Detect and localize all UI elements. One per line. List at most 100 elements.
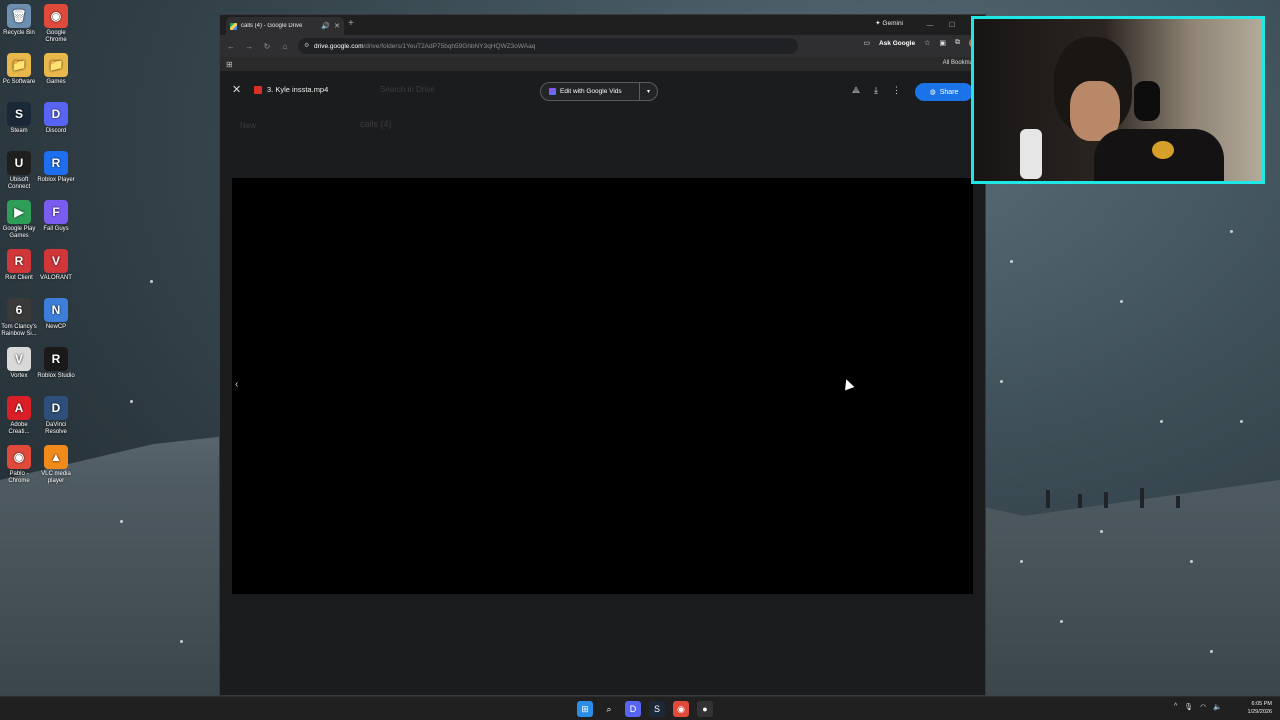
taskbar-obs-icon[interactable]: ● bbox=[697, 701, 713, 717]
desktop-icon[interactable]: V Vortex bbox=[0, 347, 38, 380]
reload-button[interactable]: ↻ bbox=[262, 42, 272, 51]
snowflake bbox=[1160, 420, 1163, 423]
desktop-icon-label: Steam bbox=[10, 128, 28, 134]
snowflake bbox=[1230, 230, 1233, 233]
desktop-app-icon: D bbox=[44, 396, 68, 420]
desktop-icon[interactable]: U Ubisoft Connect bbox=[0, 151, 38, 191]
home-button[interactable]: ⌂ bbox=[280, 42, 290, 51]
previous-file-icon[interactable]: ‹ bbox=[235, 379, 238, 390]
webcam-microphone bbox=[1020, 129, 1042, 179]
speaker-icon[interactable]: 🔊 bbox=[321, 22, 330, 30]
desktop-app-icon: ◉ bbox=[44, 4, 68, 28]
edit-with-google-vids-button[interactable]: Edit with Google Vids ▾ bbox=[540, 82, 658, 101]
site-info-icon[interactable]: ⚙ bbox=[304, 42, 309, 49]
desktop-icon-label: NewCP bbox=[45, 324, 67, 330]
system-tray: ^ 🎙 ◠ 🔈 bbox=[1174, 703, 1222, 711]
wallpaper-fence bbox=[1040, 480, 1190, 508]
bookmarks-bar: ⊞ All Bookmarks bbox=[220, 57, 985, 71]
desktop-icon[interactable]: S Steam bbox=[0, 102, 38, 135]
desktop-icon[interactable]: A Adobe Creati... bbox=[0, 396, 38, 436]
new-tab-button[interactable]: + bbox=[348, 18, 354, 29]
desktop-icon[interactable]: 🗑 Recycle Bin bbox=[0, 4, 38, 37]
desktop-app-icon: ▶ bbox=[7, 200, 31, 224]
clock-date: 1/29/2026 bbox=[1247, 709, 1272, 715]
address-bar[interactable]: ⚙ drive.google.com/drive/folders/1YeuT2A… bbox=[298, 38, 798, 54]
taskbar-chrome-icon[interactable]: ◉ bbox=[673, 701, 689, 717]
forward-button[interactable]: → bbox=[244, 42, 254, 51]
video-player[interactable] bbox=[232, 178, 973, 594]
desktop-icon-label: VALORANT bbox=[40, 275, 72, 281]
more-options-icon[interactable]: ⋮ bbox=[892, 85, 901, 96]
desktop-icon[interactable]: R Roblox Player bbox=[37, 151, 75, 184]
tab-google-drive[interactable]: calls (4) - Google Drive 🔊 ✕ bbox=[226, 17, 344, 35]
share-label: Share bbox=[939, 88, 959, 96]
minimize-button[interactable]: — bbox=[919, 15, 941, 35]
desktop-app-icon: 📁 bbox=[44, 53, 68, 77]
chrome-window: calls (4) - Google Drive 🔊 ✕ + ✦ Gemini … bbox=[219, 14, 986, 696]
windows-taskbar: ⊞ ⌕ D S ◉ ● ^ 🎙 ◠ 🔈 6:05 PM 1/29/2026 bbox=[0, 696, 1280, 720]
desktop-app-icon: V bbox=[44, 249, 68, 273]
desktop-icon-label: DaVinci Resolve bbox=[45, 422, 67, 435]
desktop-icon[interactable]: ▲ VLC media player bbox=[37, 445, 75, 485]
taskbar-discord-icon[interactable]: D bbox=[625, 701, 641, 717]
desktop-icon[interactable]: D Discord bbox=[37, 102, 75, 135]
taskbar-search-icon[interactable]: ⌕ bbox=[601, 701, 617, 717]
url-host: drive.google.com bbox=[314, 42, 364, 50]
desktop-icon[interactable]: R Riot Client bbox=[0, 249, 38, 282]
mic-icon[interactable]: 🎙 bbox=[1184, 703, 1193, 711]
desktop-app-icon: R bbox=[7, 249, 31, 273]
download-icon[interactable]: ⤓ bbox=[874, 85, 878, 96]
desktop-icon[interactable]: V VALORANT bbox=[37, 249, 75, 282]
snowflake bbox=[120, 520, 123, 523]
tray-chevron-icon[interactable]: ^ bbox=[1174, 703, 1177, 711]
video-file-icon bbox=[254, 85, 262, 94]
tab-strip: calls (4) - Google Drive 🔊 ✕ + ✦ Gemini … bbox=[220, 15, 985, 35]
google-vids-icon bbox=[549, 88, 556, 95]
drive-new-ghost: New bbox=[240, 121, 257, 130]
maximize-button[interactable]: ☐ bbox=[941, 15, 963, 35]
desktop-icon[interactable]: F Fall Guys bbox=[37, 200, 75, 233]
close-viewer-icon[interactable]: ✕ bbox=[232, 83, 241, 96]
desktop-icon[interactable]: 6 Tom Clancy's Rainbow Si... bbox=[0, 298, 38, 338]
desktop-app-icon: N bbox=[44, 298, 68, 322]
desktop-icon-label: Google Chrome bbox=[45, 30, 67, 43]
desktop-icon[interactable]: D DaVinci Resolve bbox=[37, 396, 75, 436]
clock[interactable]: 6:05 PM 1/29/2026 bbox=[1248, 700, 1272, 716]
desktop-icon[interactable]: ◉ Google Chrome bbox=[37, 4, 75, 44]
desktop-icon[interactable]: 📁 Pc Software bbox=[0, 53, 38, 86]
desktop-icon[interactable]: R Roblox Studio bbox=[37, 347, 75, 380]
back-button[interactable]: ← bbox=[226, 42, 236, 51]
taskbar-steam-icon[interactable]: S bbox=[649, 701, 665, 717]
gemini-button[interactable]: ✦ Gemini bbox=[875, 19, 903, 27]
edit-dropdown-icon[interactable]: ▾ bbox=[639, 83, 657, 100]
desktop-app-icon: ▲ bbox=[44, 445, 68, 469]
side-panel-icon[interactable]: ▣ bbox=[939, 39, 946, 47]
tab-title: calls (4) - Google Drive bbox=[241, 23, 303, 29]
drive-favicon-icon bbox=[230, 22, 237, 30]
viewer-actions: ⟁ ⤓ ⋮ bbox=[852, 85, 901, 96]
volume-icon[interactable]: 🔈 bbox=[1213, 703, 1222, 711]
desktop-app-icon: U bbox=[7, 151, 31, 175]
taskbar-windows-start-icon[interactable]: ⊞ bbox=[577, 701, 593, 717]
bookmark-star-icon[interactable]: ☆ bbox=[924, 39, 930, 47]
desktop-icon-label: Riot Client bbox=[5, 275, 33, 281]
ask-google-button[interactable]: Ask Google bbox=[879, 40, 915, 47]
add-to-drive-icon[interactable]: ⟁ bbox=[852, 85, 860, 96]
desktop-app-icon: ◉ bbox=[7, 445, 31, 469]
snowflake bbox=[1000, 380, 1003, 383]
toolbar-right: ▭ Ask Google ☆ ▣ ⧉ bbox=[863, 38, 979, 48]
network-icon[interactable]: ◠ bbox=[1200, 703, 1206, 711]
tab-close-icon[interactable]: ✕ bbox=[334, 22, 340, 30]
desktop-app-icon: D bbox=[44, 102, 68, 126]
cast-icon[interactable]: ▭ bbox=[863, 39, 870, 47]
extensions-icon[interactable]: ⧉ bbox=[955, 39, 960, 47]
apps-grid-icon[interactable]: ⊞ bbox=[226, 60, 233, 69]
desktop-icon-label: Discord bbox=[45, 128, 67, 134]
desktop-icon[interactable]: 📁 Games bbox=[37, 53, 75, 86]
edit-with-vids-label-wrap[interactable]: Edit with Google Vids bbox=[541, 88, 639, 95]
desktop-icon-label: Tom Clancy's Rainbow Si... bbox=[1, 324, 37, 337]
desktop-icon[interactable]: N NewCP bbox=[37, 298, 75, 331]
desktop-icon[interactable]: ◉ Pablo - Chrome bbox=[0, 445, 38, 485]
desktop-icon[interactable]: ▶ Google Play Games bbox=[0, 200, 38, 240]
share-button[interactable]: ◍ Share bbox=[915, 83, 973, 101]
